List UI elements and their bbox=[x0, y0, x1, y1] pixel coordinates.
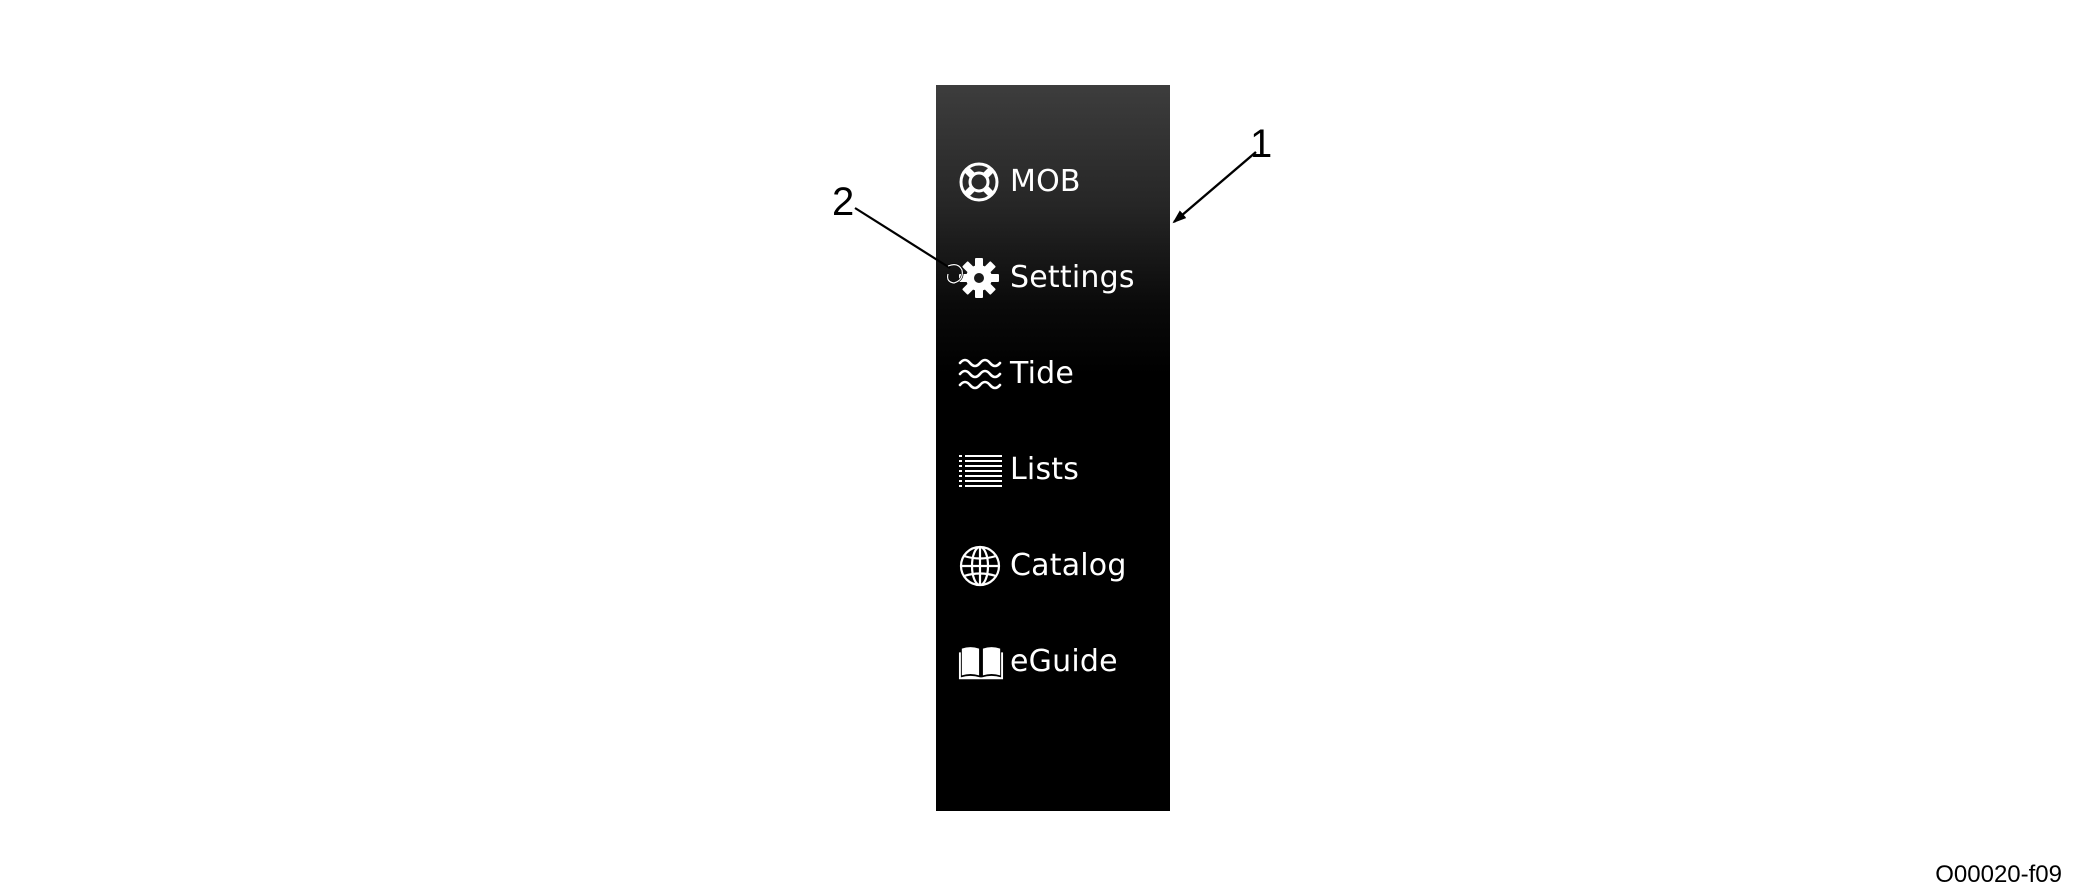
gear-icon bbox=[958, 256, 1004, 300]
menu-item-label: Lists bbox=[1010, 452, 1080, 487]
globe-icon bbox=[958, 544, 1004, 588]
menu-item-label: Catalog bbox=[1010, 548, 1127, 583]
figure-id: O00020-f09 bbox=[1935, 861, 2062, 888]
menu-item-eguide[interactable]: eGuide bbox=[958, 632, 1164, 692]
life-ring-icon bbox=[958, 160, 1004, 204]
callout-number-2: 2 bbox=[832, 180, 855, 224]
menu-item-label: MOB bbox=[1010, 164, 1081, 199]
menu-item-mob[interactable]: MOB bbox=[958, 152, 1164, 212]
open-book-icon bbox=[958, 640, 1004, 684]
callout-number-1: 1 bbox=[1250, 122, 1273, 166]
waves-icon bbox=[958, 352, 1004, 396]
list-icon bbox=[958, 448, 1004, 492]
side-menu-panel: MOB Settings Tide Lists Catalog eGuide bbox=[936, 85, 1170, 811]
menu-item-label: Settings bbox=[1010, 260, 1135, 295]
callout-1-leader bbox=[1172, 151, 1257, 224]
menu-item-settings[interactable]: Settings bbox=[958, 248, 1164, 308]
menu-item-tide[interactable]: Tide bbox=[958, 344, 1164, 404]
menu-item-catalog[interactable]: Catalog bbox=[958, 536, 1164, 596]
menu-item-label: Tide bbox=[1010, 356, 1075, 391]
menu-item-label: eGuide bbox=[1010, 644, 1118, 679]
menu-item-lists[interactable]: Lists bbox=[958, 440, 1164, 500]
